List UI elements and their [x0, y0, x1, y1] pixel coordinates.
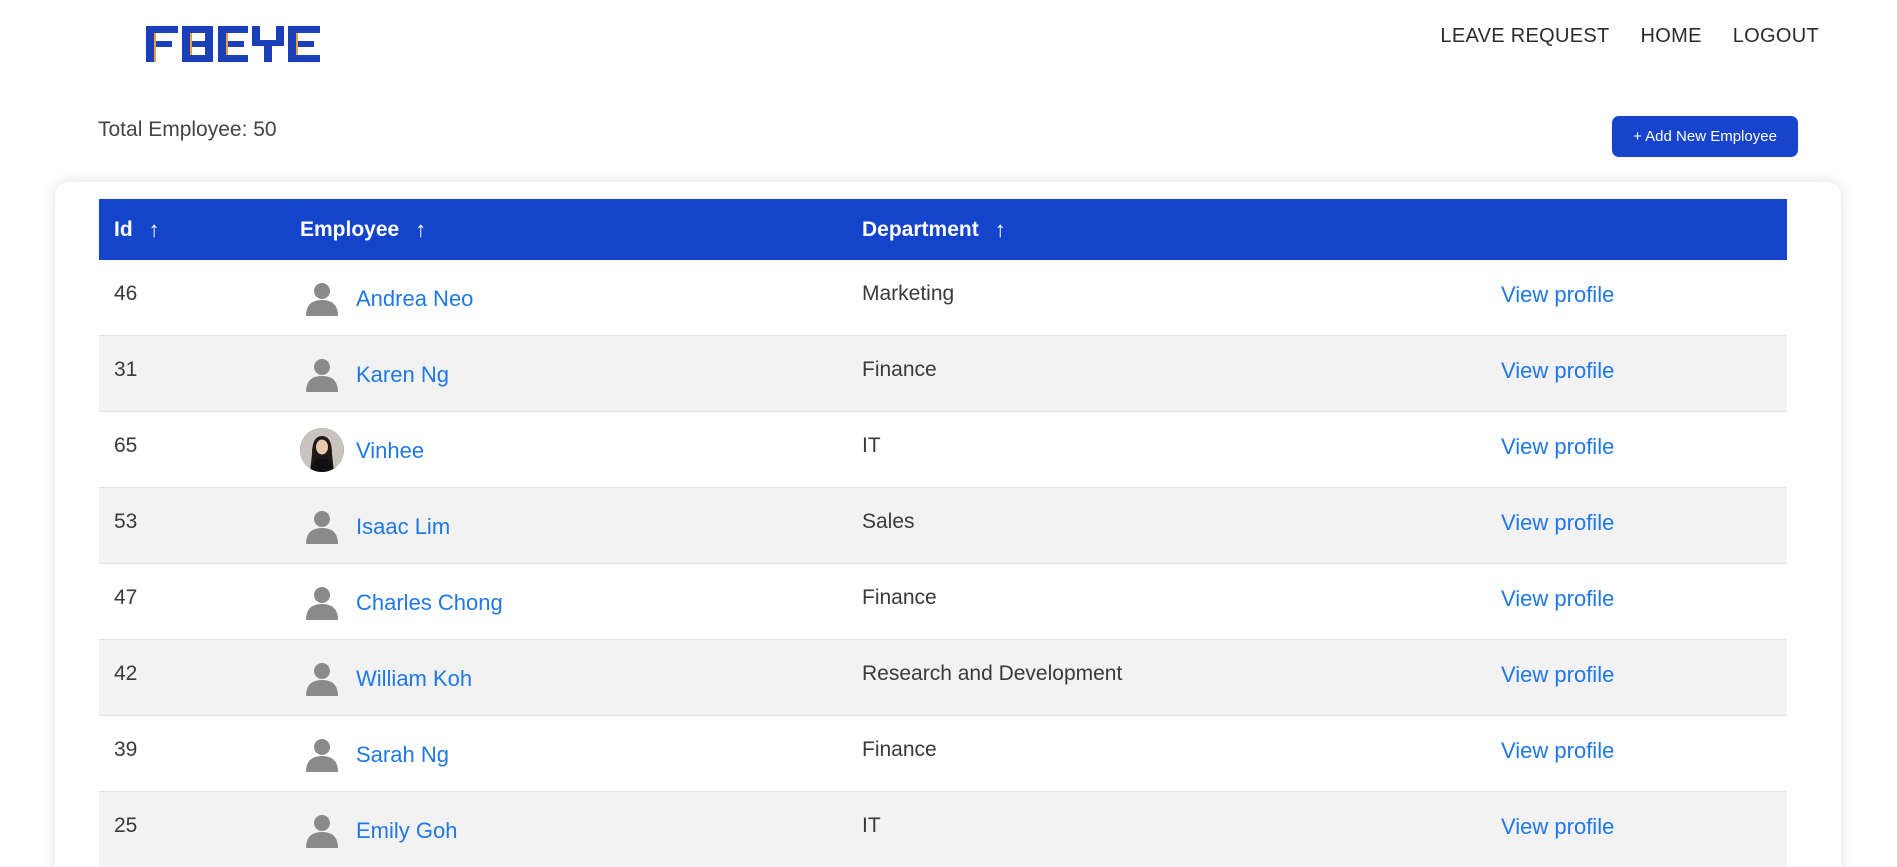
- avatar: [300, 276, 344, 320]
- avatar: [300, 732, 344, 776]
- column-label-department: Department: [862, 217, 979, 241]
- user-icon: [306, 283, 338, 316]
- user-icon: [306, 359, 338, 392]
- avatar: [300, 656, 344, 700]
- user-icon: [306, 815, 338, 848]
- employee-department: Finance: [862, 738, 937, 761]
- top-bar: LEAVE REQUEST HOME LOGOUT: [0, 0, 1897, 90]
- table-row: 42 William Koh Research and Development …: [99, 640, 1787, 716]
- fbeye-logo[interactable]: [146, 24, 320, 64]
- nav-leave-request[interactable]: LEAVE REQUEST: [1440, 25, 1609, 48]
- table-row: 65 Vinhee IT View profile: [99, 412, 1787, 488]
- employee-name-link[interactable]: Isaac Lim: [356, 514, 450, 540]
- employee-name-link[interactable]: Charles Chong: [356, 590, 503, 616]
- employee-department: Marketing: [862, 282, 955, 305]
- employee-name-link[interactable]: Vinhee: [356, 438, 424, 464]
- avatar: [300, 352, 344, 396]
- employee-id: 31: [114, 358, 138, 381]
- column-label-employee: Employee: [300, 217, 400, 241]
- employee-name-link[interactable]: Sarah Ng: [356, 742, 449, 768]
- employee-table: Id ↑ Employee ↑ Department ↑ 46 Andrea N…: [99, 199, 1787, 867]
- user-icon: [306, 739, 338, 772]
- employee-id: 25: [114, 814, 138, 837]
- employee-id: 47: [114, 586, 138, 609]
- employee-id: 39: [114, 738, 138, 761]
- view-profile-link[interactable]: View profile: [1501, 586, 1614, 612]
- employee-id: 42: [114, 662, 138, 685]
- employee-department: Finance: [862, 586, 937, 609]
- user-icon: [306, 663, 338, 696]
- view-profile-link[interactable]: View profile: [1501, 814, 1614, 840]
- table-row: 46 Andrea Neo Marketing View profile: [99, 260, 1787, 336]
- view-profile-link[interactable]: View profile: [1501, 662, 1614, 688]
- user-icon: [306, 511, 338, 544]
- employee-department: Sales: [862, 510, 915, 533]
- employee-name-link[interactable]: Emily Goh: [356, 818, 457, 844]
- column-label-id: Id: [114, 217, 133, 241]
- employee-name-link[interactable]: Andrea Neo: [356, 286, 473, 312]
- nav-logout[interactable]: LOGOUT: [1733, 25, 1819, 48]
- column-header-department[interactable]: Department ↑: [862, 199, 1006, 260]
- sort-arrow-icon[interactable]: ↑: [995, 217, 1006, 243]
- table-body: 46 Andrea Neo Marketing View profile 31 …: [99, 260, 1787, 867]
- table-row: 47 Charles Chong Finance View profile: [99, 564, 1787, 640]
- employee-department: Research and Development: [862, 662, 1123, 685]
- column-header-employee[interactable]: Employee ↑: [300, 199, 426, 260]
- view-profile-link[interactable]: View profile: [1501, 510, 1614, 536]
- avatar: [300, 428, 344, 472]
- employee-name-link[interactable]: William Koh: [356, 666, 472, 692]
- view-profile-link[interactable]: View profile: [1501, 282, 1614, 308]
- table-row: 53 Isaac Lim Sales View profile: [99, 488, 1787, 564]
- employee-department: Finance: [862, 358, 937, 381]
- employee-id: 65: [114, 434, 138, 457]
- view-profile-link[interactable]: View profile: [1501, 738, 1614, 764]
- profile-photo-icon: [300, 428, 344, 472]
- avatar: [300, 808, 344, 852]
- view-profile-link[interactable]: View profile: [1501, 434, 1614, 460]
- table-row: 25 Emily Goh IT View profile: [99, 792, 1787, 867]
- avatar: [300, 580, 344, 624]
- avatar: [300, 504, 344, 548]
- table-header: Id ↑ Employee ↑ Department ↑: [99, 199, 1787, 260]
- user-icon: [306, 587, 338, 620]
- table-row: 39 Sarah Ng Finance View profile: [99, 716, 1787, 792]
- employee-name-link[interactable]: Karen Ng: [356, 362, 449, 388]
- sort-arrow-icon[interactable]: ↑: [149, 217, 160, 243]
- employee-id: 53: [114, 510, 138, 533]
- view-profile-link[interactable]: View profile: [1501, 358, 1614, 384]
- table-row: 31 Karen Ng Finance View profile: [99, 336, 1787, 412]
- employee-department: IT: [862, 814, 881, 837]
- employee-id: 46: [114, 282, 138, 305]
- column-header-id[interactable]: Id ↑: [114, 199, 160, 260]
- add-new-employee-button[interactable]: + Add New Employee: [1612, 116, 1798, 157]
- sort-arrow-icon[interactable]: ↑: [415, 217, 426, 243]
- nav-home[interactable]: HOME: [1641, 25, 1702, 48]
- employee-department: IT: [862, 434, 881, 457]
- total-employee-count: Total Employee: 50: [98, 118, 277, 141]
- top-nav: LEAVE REQUEST HOME LOGOUT: [1440, 25, 1819, 48]
